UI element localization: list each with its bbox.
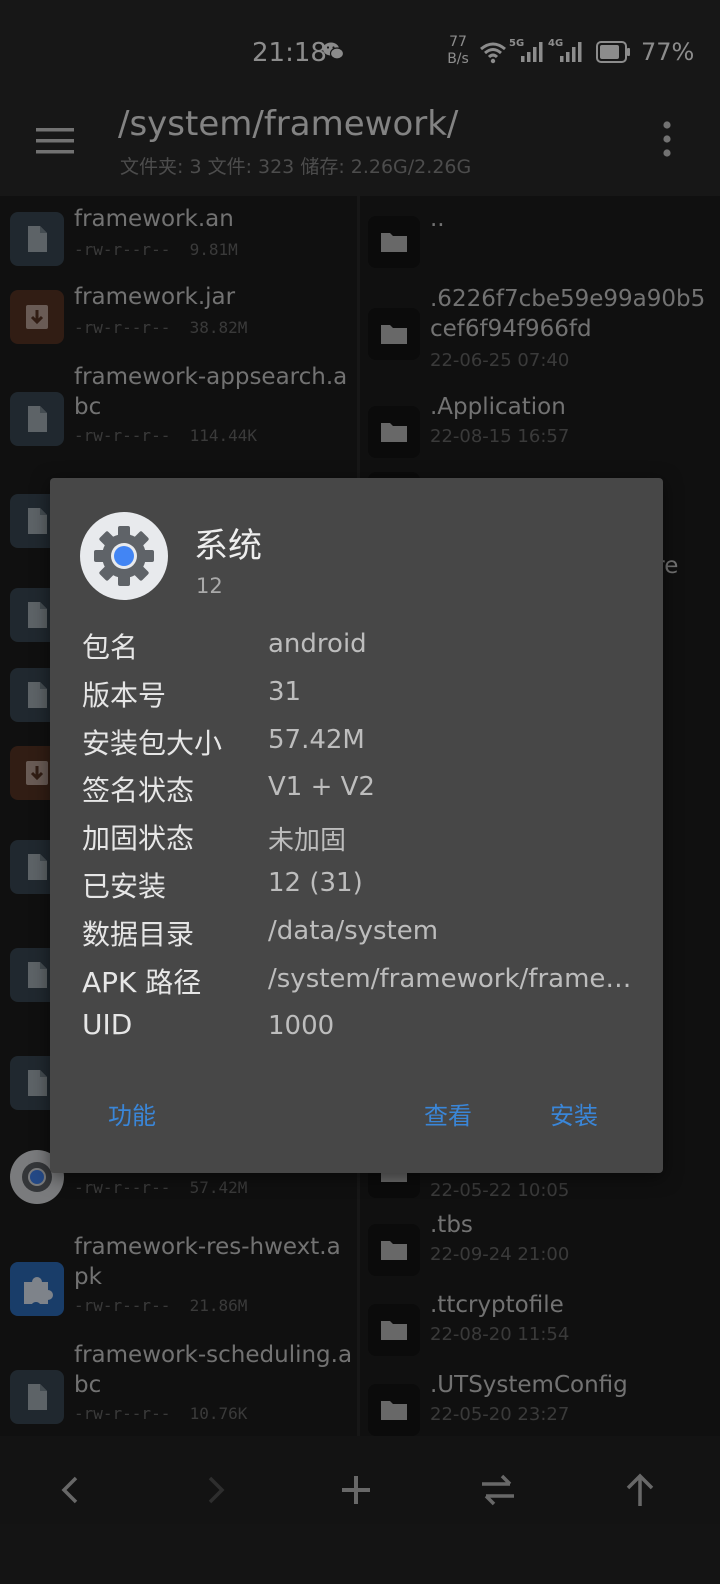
dialog-subtitle: 12 <box>196 574 223 598</box>
info-row: 包名 android <box>82 626 642 666</box>
info-value: 31 <box>268 676 302 707</box>
info-value: V1 + V2 <box>268 772 375 803</box>
info-value: /data/system <box>268 915 439 946</box>
info-label: 安装包大小 <box>82 726 223 760</box>
info-label: 数据目录 <box>82 917 195 951</box>
info-row: 数据目录/data/system <box>82 913 642 953</box>
info-row: 安装包大小 57.42M <box>82 722 642 762</box>
function-button[interactable]: 功能 <box>108 1096 156 1131</box>
info-value: 1000 <box>268 1011 335 1042</box>
info-row: 已安装 12 (31) <box>82 865 642 905</box>
dialog-title: 系统 <box>194 526 262 566</box>
info-row: 签名状态 V1 + V2 <box>82 769 642 809</box>
info-label: 加固状态 <box>82 822 195 856</box>
info-label: 已安装 <box>82 870 167 903</box>
info-label: APK 路径 <box>82 965 202 999</box>
info-row: 版本号 31 <box>82 674 642 714</box>
info-row: 加固状态 未加固 <box>82 817 642 857</box>
info-value: 12 (31) <box>268 868 363 898</box>
info-value: 57.42M <box>268 724 365 755</box>
info-value: 未加固 <box>268 826 347 857</box>
info-row: UID 1000 <box>82 1008 642 1048</box>
info-label: 版本号 <box>82 678 167 712</box>
info-row: APK 路径/system/framework/framework-res.ap… <box>82 961 642 1001</box>
info-label: 签名状态 <box>82 774 195 808</box>
apk-info-dialog: 系统 12 包名 android 版本号 31 安装包大小 57.42M 签名状态 V1 + … <box>50 478 663 1173</box>
info-value: /system/framework/framework-res.apk <box>268 963 638 994</box>
info-label: 包名 <box>82 631 139 664</box>
info-label: UID <box>82 1008 133 1042</box>
android-system-settings-icon <box>80 512 168 600</box>
view-button[interactable]: 查看 <box>424 1096 472 1131</box>
install-button[interactable]: 安装 <box>550 1096 598 1131</box>
info-value: android <box>268 629 367 659</box>
